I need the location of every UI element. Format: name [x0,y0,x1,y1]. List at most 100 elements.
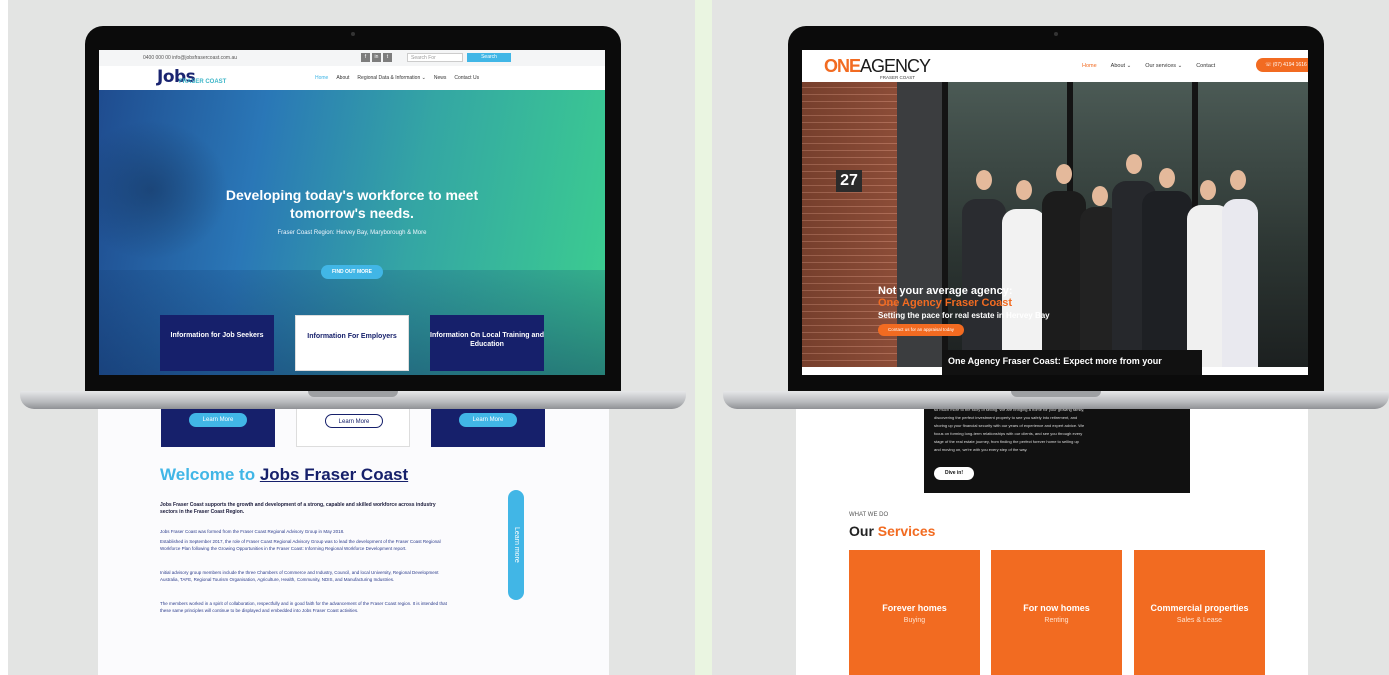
card-training[interactable]: Information On Local Training and Educat… [430,315,544,371]
service-card-buying[interactable]: Forever homes Buying [849,550,980,675]
left-laptop-bezel: 0400 000 00 info@jobsfrasercoast.com.au … [85,26,621,391]
welcome-heading: Welcome to Jobs Fraser Coast [160,465,408,485]
hero-subline: Setting the pace for real estate in Herv… [878,311,1050,320]
learn-more-button[interactable]: Learn More [189,413,247,427]
hero-tagline: Not your average agency: [878,285,1013,297]
find-out-more-button[interactable]: FIND OUT MORE [321,265,383,279]
team-member-figure [962,199,1006,367]
hero-title-line: Developing today's workforce to meet [225,187,479,203]
linkedin-icon[interactable]: in [372,53,381,62]
dive-in-button[interactable]: Dive in! [934,467,974,480]
logo-agency: AGENCY [860,56,931,76]
hero-title: Developing today's workforce to meet tom… [99,186,605,222]
side-learn-more-button[interactable]: Learn more [508,490,524,600]
about-black-box: so much more to the story of selling. We… [924,405,1190,493]
team-member-head [1200,180,1216,200]
team-member-head [1092,186,1108,206]
service-subtitle: Sales & Lease [1176,617,1223,624]
camera-dot [1054,32,1058,36]
appraisal-button[interactable]: Contact us for an appraisal today [878,324,964,336]
intro-paragraph: Jobs Fraser Coast supports the growth an… [160,502,436,515]
team-member-head [1126,154,1142,174]
right-laptop: ONEAGENCY FRASER COAST Home About ⌄ Our … [723,26,1389,411]
body-paragraph: Jobs Fraser Coast was formed from the Fr… [160,529,345,534]
team-member-head [1230,170,1246,190]
nav-item-about[interactable]: About [336,75,349,81]
services-heading-prefix: Our [849,523,878,539]
nav-item-contact[interactable]: Contact [1196,63,1215,69]
jobs-page-continuation: Learn More Learn More Learn More Welcome… [98,405,609,675]
services-heading: Our Services [849,523,935,539]
about-text-line: discovering the perfect investment prope… [934,415,1078,420]
jobs-fraser-coast-screen: 0400 000 00 info@jobsfrasercoast.com.au … [99,50,605,375]
team-member-figure [1222,199,1258,367]
service-card-renting[interactable]: For now homes Renting [991,550,1122,675]
hero-agency-name: One Agency Fraser Coast [878,297,1013,309]
search-input[interactable]: Search For [407,53,463,62]
search-button[interactable]: Search [467,53,511,62]
what-we-do-label: WHAT WE DO [849,512,889,518]
nav-menu: Home About Regional Data & Information ⌄… [315,75,479,81]
logo-one: ONE [824,56,861,76]
nav-item-about[interactable]: About ⌄ [1111,63,1132,69]
laptop-notch [1011,391,1101,397]
phone-button[interactable]: ☏ (07) 4194 1616 [1256,58,1308,72]
welcome-site-name[interactable]: Jobs Fraser Coast [260,465,408,484]
card-job-seekers[interactable]: Information for Job Seekers [160,315,274,371]
jobs-logo-sub: FRASER COAST [179,79,227,85]
about-text-line: and moving on, we're with you every step… [934,447,1028,452]
service-card-commercial[interactable]: Commercial properties Sales & Lease [1134,550,1265,675]
about-text-line: focus on forming long-term relationships… [934,431,1083,436]
hero-title-line: tomorrow's needs. [290,205,414,221]
nav-item-regional-data[interactable]: Regional Data & Information ⌄ [357,75,425,81]
logo-subtitle: FRASER COAST [880,75,916,80]
learn-more-button[interactable]: Learn More [325,414,383,428]
facebook-icon[interactable]: f [361,53,370,62]
showcase-stage: Learn More Learn More Learn More Welcome… [0,0,1389,675]
team-member-head [976,170,992,190]
team-member-figure [1142,191,1192,367]
social-icons: f in t [361,53,392,62]
agency-page-continuation: so much more to the story of selling. We… [796,405,1308,675]
services-heading-accent: Services [877,523,936,539]
welcome-prefix: Welcome to [160,465,260,484]
laptop-notch [308,391,398,397]
agency-menu: Home About ⌄ Our services ⌄ Contact [1082,63,1215,69]
training-card-lower: Learn More [431,405,545,447]
nav-item-services[interactable]: Our services ⌄ [1145,63,1182,69]
body-paragraph: Established in September 2017, the role … [160,539,441,551]
service-subtitle: Renting [1044,617,1069,624]
service-title: Commercial properties [1150,603,1249,613]
one-agency-screen: ONEAGENCY FRASER COAST Home About ⌄ Our … [802,50,1308,375]
agency-navigation: ONEAGENCY FRASER COAST Home About ⌄ Our … [802,50,1308,82]
job-seekers-card-lower: Learn More [161,405,275,447]
employers-card-lower: Learn More [296,405,410,447]
right-laptop-bezel: ONEAGENCY FRASER COAST Home About ⌄ Our … [788,26,1324,391]
one-agency-logo[interactable]: ONEAGENCY [824,56,931,77]
camera-dot [351,32,355,36]
top-contact-bar: 0400 000 00 info@jobsfrasercoast.com.au … [99,50,605,66]
team-photo-hero: 27 Not your average agency: One Agency F… [802,82,1308,375]
hero-subtitle: Fraser Coast Region: Hervey Bay, Marybor… [277,230,427,236]
right-laptop-base [723,391,1389,409]
nav-item-news[interactable]: News [434,75,447,81]
team-member-head [1016,180,1032,200]
body-paragraph: Initial advisory group members include t… [160,570,439,582]
service-title: For now homes [1023,603,1090,613]
main-navigation: Jobs FRASER COAST Home About Regional Da… [99,66,605,90]
learn-more-button[interactable]: Learn More [459,413,517,427]
service-subtitle: Buying [903,617,926,624]
service-title: Forever homes [882,603,947,613]
left-laptop: 0400 000 00 info@jobsfrasercoast.com.au … [20,26,686,411]
about-text-line: shoring up your financial security with … [934,423,1085,428]
twitter-icon[interactable]: t [383,53,392,62]
team-member-head [1056,164,1072,184]
card-employers[interactable]: Information For Employers [295,315,409,371]
left-laptop-base [20,391,686,409]
nav-item-home[interactable]: Home [1082,63,1097,69]
nav-item-home[interactable]: Home [315,75,328,81]
about-text-line: stage of the real estate journey, from f… [934,439,1079,444]
house-number-sign: 27 [836,170,862,192]
nav-item-contact[interactable]: Contact Us [454,75,479,81]
body-paragraph: The members worked in a spirit of collab… [160,601,447,613]
